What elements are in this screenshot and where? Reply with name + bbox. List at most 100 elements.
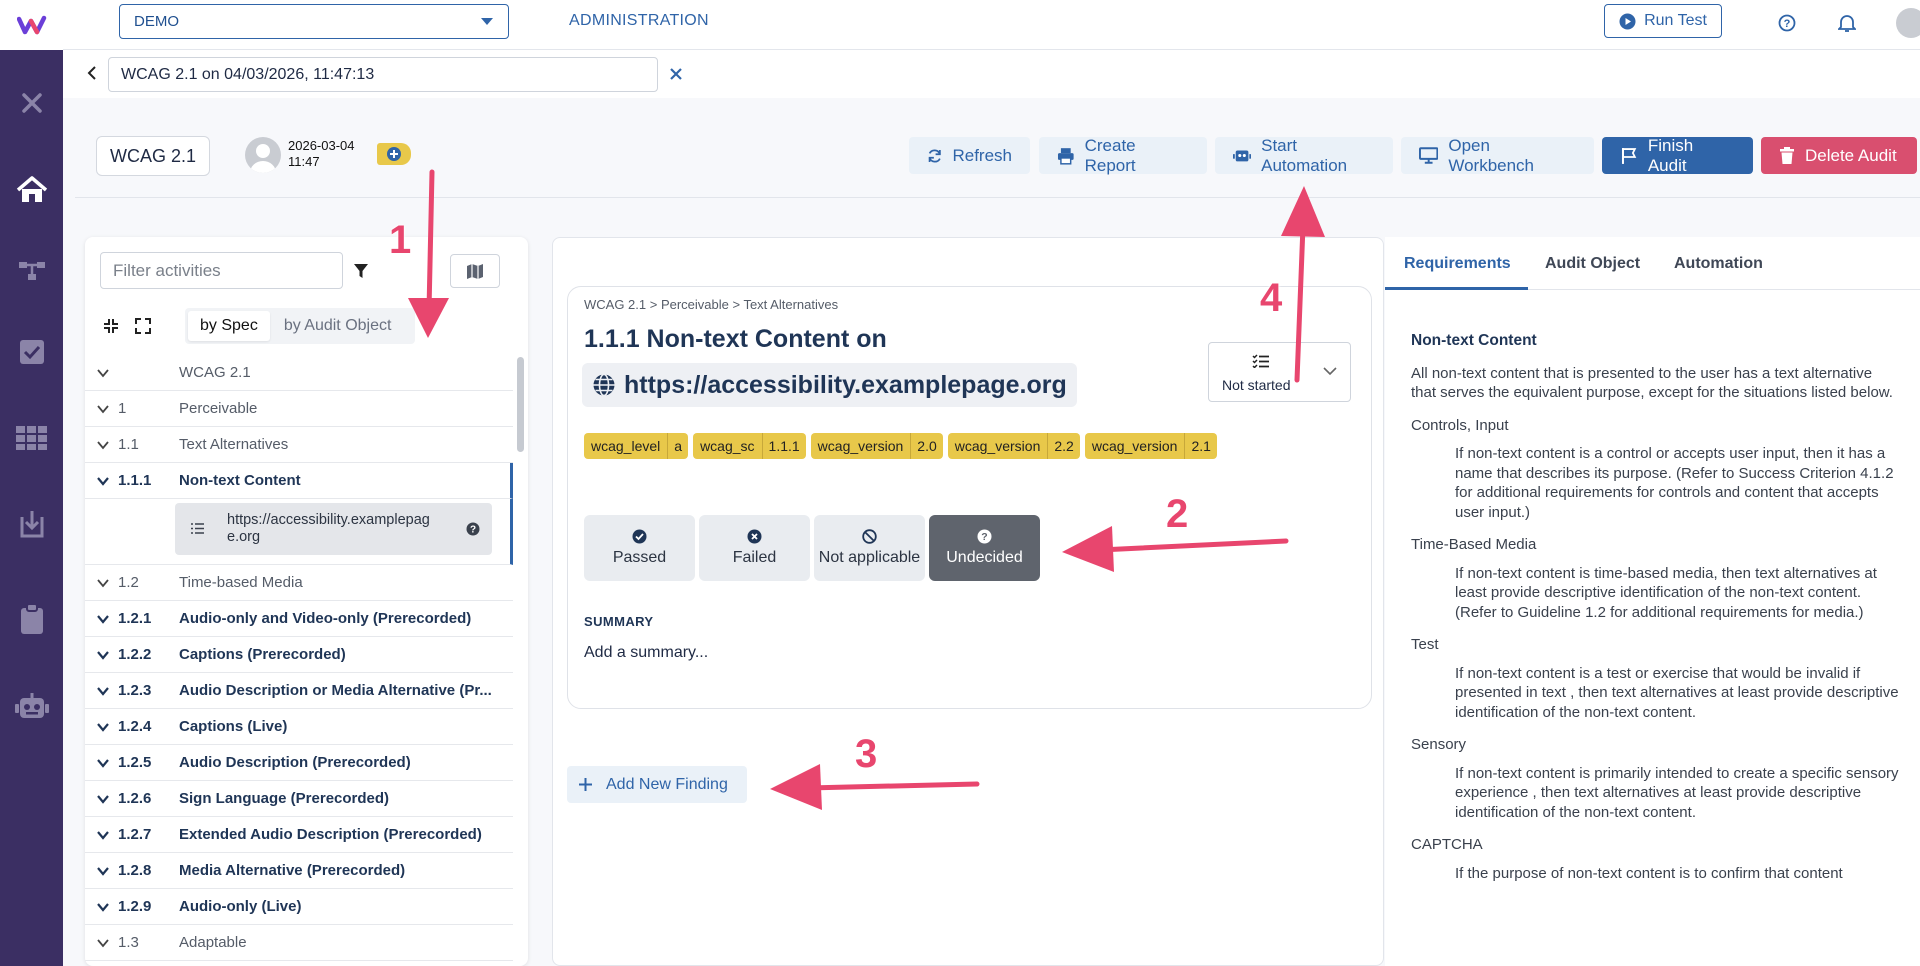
activity-card: WCAG 2.1 > Perceivable > Text Alternativ… <box>567 286 1372 709</box>
activity-breadcrumb: WCAG 2.1 > Perceivable > Text Alternativ… <box>584 297 839 312</box>
svg-text:?: ? <box>981 531 987 543</box>
user-avatar[interactable] <box>1896 8 1920 38</box>
tree-row[interactable]: 1.2.5 Audio Description (Prerecorded) <box>85 745 513 781</box>
tag-key: wcag_version <box>954 438 1041 454</box>
refresh-button[interactable]: Refresh <box>909 137 1030 174</box>
audit-object-item[interactable]: https://accessibility.examplepag e.org ? <box>175 503 492 555</box>
audit-object-row[interactable]: https://accessibility.examplepag e.org ? <box>85 499 513 565</box>
tag: wcag_version 2.1 <box>1084 433 1217 459</box>
help-icon[interactable]: ? <box>1776 12 1798 34</box>
help-icon[interactable]: ? <box>466 522 480 536</box>
tag-key: wcag_version <box>1091 438 1178 454</box>
filter-activities-input[interactable]: Filter activities <box>100 252 343 289</box>
tree-row-num: 1.2.3 <box>118 682 152 699</box>
checklist-icon[interactable] <box>0 324 63 380</box>
tree-row-label: Perceivable <box>179 400 258 417</box>
tree-scrollbar[interactable] <box>517 357 524 452</box>
clipboard-icon[interactable] <box>0 591 63 647</box>
app-logo[interactable] <box>0 0 63 50</box>
add-tag-button[interactable] <box>377 143 411 165</box>
undecided-button[interactable]: ? Undecided <box>929 515 1040 581</box>
audit-object-url-text: https://accessibility.examplepage.org <box>624 370 1067 399</box>
tree-row[interactable]: 1.2.3 Audio Description or Media Alternat… <box>85 673 513 709</box>
home-icon[interactable] <box>0 162 63 218</box>
failed-button[interactable]: Failed <box>699 515 810 581</box>
failed-label: Failed <box>732 549 777 566</box>
open-workbench-button[interactable]: Open Workbench <box>1401 136 1594 175</box>
tree-row[interactable]: 1.2.1 Audio-only and Video-only (Prerecor… <box>85 601 513 637</box>
tree-row[interactable]: 1 Perceivable <box>85 391 513 427</box>
tag-key: wcag_level <box>591 438 661 454</box>
clear-icon[interactable] <box>670 67 682 85</box>
undecided-label: Undecided <box>946 549 1023 566</box>
summary-input[interactable]: Add a summary... <box>584 644 708 662</box>
chevron-down-icon <box>97 579 109 588</box>
tree-row-num: 1.2.4 <box>118 718 152 735</box>
tree-row[interactable]: 1.2.4 Captions (Live) <box>85 709 513 745</box>
workflow-icon[interactable] <box>0 243 63 299</box>
bell-icon[interactable] <box>1836 12 1858 34</box>
chevron-down-icon <box>97 405 109 414</box>
tab-automation[interactable]: Automation <box>1674 255 1763 273</box>
project-select[interactable]: DEMO <box>119 4 509 39</box>
tree-row[interactable]: 1.2.6 Sign Language (Prerecorded) <box>85 781 513 817</box>
tree-row-selected[interactable]: 1.1.1 Non-text Content <box>85 463 513 499</box>
audit-object-url-box: https://accessibility.examplepage.org <box>582 363 1077 407</box>
section-title: Test <box>1411 636 1439 653</box>
create-report-button[interactable]: Create Report <box>1039 136 1207 175</box>
tree-row-num: 1.2.5 <box>118 754 152 771</box>
by-audit-object-tab[interactable]: by Audit Object <box>270 317 406 335</box>
delete-audit-label: Delete Audit <box>1805 145 1897 165</box>
tab-requirements[interactable]: Requirements <box>1404 255 1511 273</box>
expand-all-icon[interactable] <box>135 318 151 339</box>
tag-value: 1.1.1 <box>761 433 806 459</box>
tree-row[interactable]: 1.2.2 Captions (Prerecorded) <box>85 637 513 673</box>
right-tabs: Requirements Audit Object Automation <box>1385 237 1920 290</box>
tab-audit-object[interactable]: Audit Object <box>1545 255 1640 273</box>
tree-row[interactable]: 1.2 Time-based Media <box>85 565 513 601</box>
spec-pill[interactable]: WCAG 2.1 <box>96 136 210 176</box>
tree-row-label: Media Alternative (Prerecorded) <box>179 862 406 879</box>
back-arrow-icon[interactable] <box>87 65 97 86</box>
map-button[interactable] <box>450 254 500 288</box>
by-spec-tab[interactable]: by Spec <box>188 311 270 341</box>
chevron-down-icon <box>97 939 109 948</box>
tree-row-num: 1.1 <box>118 436 139 453</box>
trash-icon <box>1780 146 1794 164</box>
svg-text:?: ? <box>470 525 476 536</box>
activity-detail-panel: WCAG 2.1 > Perceivable > Text Alternativ… <box>552 237 1384 966</box>
collapse-all-icon[interactable] <box>103 318 119 339</box>
add-new-finding-label: Add New Finding <box>606 775 728 793</box>
active-tab-indicator <box>1385 287 1528 290</box>
filter-icon[interactable] <box>353 263 369 284</box>
requirement-heading: Non-text Content <box>1411 332 1537 349</box>
delete-audit-button[interactable]: Delete Audit <box>1761 137 1917 174</box>
tree-row[interactable]: WCAG 2.1 <box>85 355 513 391</box>
chevron-down-icon <box>97 687 109 696</box>
grid-icon[interactable] <box>0 410 63 466</box>
add-new-finding-button[interactable]: Add New Finding <box>567 766 747 803</box>
tree-row[interactable]: 1.3 Adaptable <box>85 925 513 961</box>
import-icon[interactable] <box>0 496 63 552</box>
close-icon[interactable] <box>0 75 63 131</box>
run-test-button[interactable]: Run Test <box>1604 4 1722 38</box>
robot-icon[interactable] <box>0 679 63 735</box>
passed-button[interactable]: Passed <box>584 515 695 581</box>
audit-name-input[interactable]: WCAG 2.1 on 04/03/2026, 11:47:13 <box>108 57 658 92</box>
left-rail <box>0 0 63 966</box>
question-circle-icon: ? <box>977 529 992 544</box>
tree-row-label: Time-based Media <box>179 574 303 591</box>
tree-row[interactable]: 1.2.8 Media Alternative (Prerecorded) <box>85 853 513 889</box>
finish-audit-button[interactable]: Finish Audit <box>1602 136 1753 175</box>
tree-row-num: 1.1.1 <box>118 472 152 489</box>
status-dropdown[interactable]: Not started <box>1208 342 1351 402</box>
chevron-down-icon <box>97 441 109 450</box>
tree-row[interactable]: 1.2.7 Extended Audio Description (Prereco… <box>85 817 513 853</box>
not-applicable-button[interactable]: Not applicable <box>814 515 925 581</box>
tree-row[interactable]: 1.1 Text Alternatives <box>85 427 513 463</box>
start-automation-button[interactable]: Start Automation <box>1215 136 1393 175</box>
tree-row-num: 1.3 <box>118 934 139 951</box>
list-icon <box>191 523 204 534</box>
administration-link[interactable]: ADMINISTRATION <box>569 12 709 30</box>
tree-row[interactable]: 1.2.9 Audio-only (Live) <box>85 889 513 925</box>
